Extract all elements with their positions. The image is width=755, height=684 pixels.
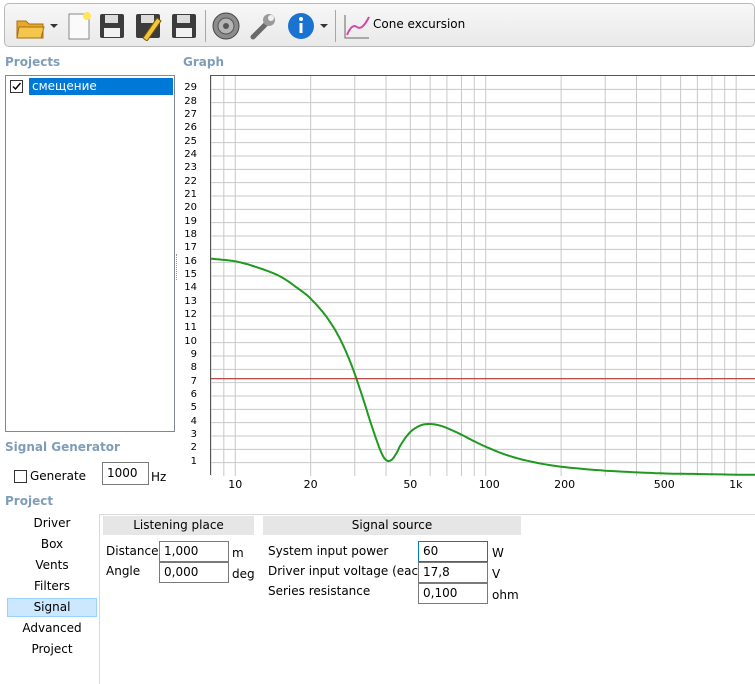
- tab-filters[interactable]: Filters: [7, 577, 97, 596]
- power-label: System input power: [268, 544, 389, 558]
- tab-box[interactable]: Box: [7, 535, 97, 554]
- project-checkbox[interactable]: [10, 80, 23, 93]
- resistance-input[interactable]: 0,100: [418, 583, 488, 604]
- wrench-icon[interactable]: [248, 11, 278, 41]
- y-tick-label: 7: [190, 375, 197, 387]
- listening-place-header: Listening place: [103, 516, 254, 535]
- y-tick-label: 23: [184, 162, 197, 174]
- project-item[interactable]: смещение: [9, 78, 173, 95]
- x-tick-label: 50: [403, 478, 418, 491]
- y-tick-label: 9: [190, 349, 197, 360]
- toolbar-separator: [335, 10, 336, 42]
- angle-input[interactable]: 0,000: [159, 562, 229, 583]
- y-tick-label: 11: [184, 322, 197, 334]
- y-tick-label: 17: [184, 242, 197, 254]
- y-tick-label: 21: [184, 189, 197, 200]
- graph-title: Graph: [183, 55, 224, 69]
- open-folder-icon[interactable]: [15, 11, 45, 41]
- tab-signal[interactable]: Signal: [7, 598, 97, 617]
- y-tick-label: 5: [190, 402, 197, 414]
- tab-vents[interactable]: Vents: [7, 556, 97, 575]
- voltage-unit: V: [492, 567, 501, 581]
- chart-icon[interactable]: [342, 11, 372, 41]
- y-tick-label: 26: [184, 122, 197, 134]
- y-tick-label: 24: [184, 149, 197, 160]
- signal-generator-title: Signal Generator: [5, 440, 120, 454]
- y-tick-label: 19: [184, 215, 197, 227]
- frequency-unit: Hz: [151, 470, 167, 484]
- project-section-title: Project: [5, 494, 54, 508]
- y-tick-label: 15: [184, 269, 197, 280]
- info-dropdown-arrow[interactable]: [320, 24, 328, 28]
- y-tick-label: 14: [184, 282, 197, 294]
- save-as-icon[interactable]: [169, 11, 199, 41]
- y-tick-label: 8: [190, 362, 197, 374]
- power-unit: W: [492, 546, 504, 560]
- voltage-input[interactable]: 17,8: [418, 562, 488, 583]
- generate-checkbox[interactable]: [14, 470, 27, 483]
- resistance-unit: ohm: [492, 588, 519, 602]
- voltage-label: Driver input voltage (each): [268, 564, 431, 578]
- generate-label[interactable]: Generate: [30, 469, 86, 483]
- y-tick-label: 22: [184, 175, 197, 187]
- angle-unit: deg: [232, 567, 255, 581]
- y-tick-label: 18: [184, 229, 197, 240]
- x-tick-label: 100: [478, 478, 500, 491]
- y-tick-label: 6: [190, 389, 197, 400]
- distance-unit: m: [232, 546, 244, 560]
- y-tick-label: 16: [184, 255, 197, 267]
- x-tick-label: 1k: [729, 478, 743, 491]
- tab-driver[interactable]: Driver: [7, 514, 97, 533]
- project-name[interactable]: смещение: [29, 78, 173, 95]
- graph-panel: 1 2 3 4 5 6 7 8 9 10 11 12 13 14 15 16 17 18 19 20 21 22 23 24 2…: [180, 70, 755, 491]
- distance-label: Distance: [106, 544, 159, 558]
- chart-svg: [210, 76, 755, 476]
- y-tick-label: 27: [184, 109, 197, 120]
- toolbar-separator: [205, 10, 206, 42]
- y-tick-label: 12: [184, 309, 197, 320]
- x-tick-label: 20: [303, 478, 318, 491]
- y-tick-label: 4: [190, 415, 197, 427]
- plot-area: [210, 75, 755, 476]
- y-tick-label: 20: [184, 202, 197, 214]
- new-file-icon[interactable]: [64, 11, 94, 41]
- excursion-curve: [210, 257, 755, 476]
- y-tick-label: 2: [190, 442, 197, 454]
- power-input[interactable]: 60: [418, 541, 488, 562]
- splitter-handle[interactable]: [176, 254, 180, 280]
- y-tick-label: 1: [190, 455, 197, 467]
- signal-source-header: Signal source: [263, 516, 521, 535]
- x-tick-label: 500: [653, 478, 675, 491]
- tab-project[interactable]: Project: [7, 640, 97, 659]
- graph-type-label[interactable]: Cone excursion: [373, 17, 465, 31]
- resistance-label: Series resistance: [268, 584, 371, 598]
- projects-list[interactable]: смещение: [5, 75, 175, 432]
- x-tick-label: 200: [554, 478, 576, 491]
- speaker-icon[interactable]: [211, 11, 241, 41]
- y-tick-label: 29: [184, 82, 197, 94]
- distance-input[interactable]: 1,000: [159, 541, 229, 562]
- edit-save-icon[interactable]: [133, 11, 163, 42]
- angle-label: Angle: [106, 564, 141, 578]
- save-icon[interactable]: [97, 11, 127, 41]
- y-tick-label: 28: [184, 95, 197, 107]
- y-tick-label: 25: [184, 135, 197, 147]
- x-tick-label: 10: [228, 478, 243, 491]
- frequency-input[interactable]: 1000: [102, 462, 149, 485]
- projects-title: Projects: [5, 55, 61, 69]
- y-tick-label: 13: [184, 295, 197, 307]
- y-tick-label: 10: [184, 335, 197, 347]
- y-tick-label: 3: [190, 429, 197, 440]
- tab-advanced[interactable]: Advanced: [7, 619, 97, 638]
- info-icon[interactable]: [286, 11, 316, 41]
- open-dropdown-arrow[interactable]: [50, 24, 58, 28]
